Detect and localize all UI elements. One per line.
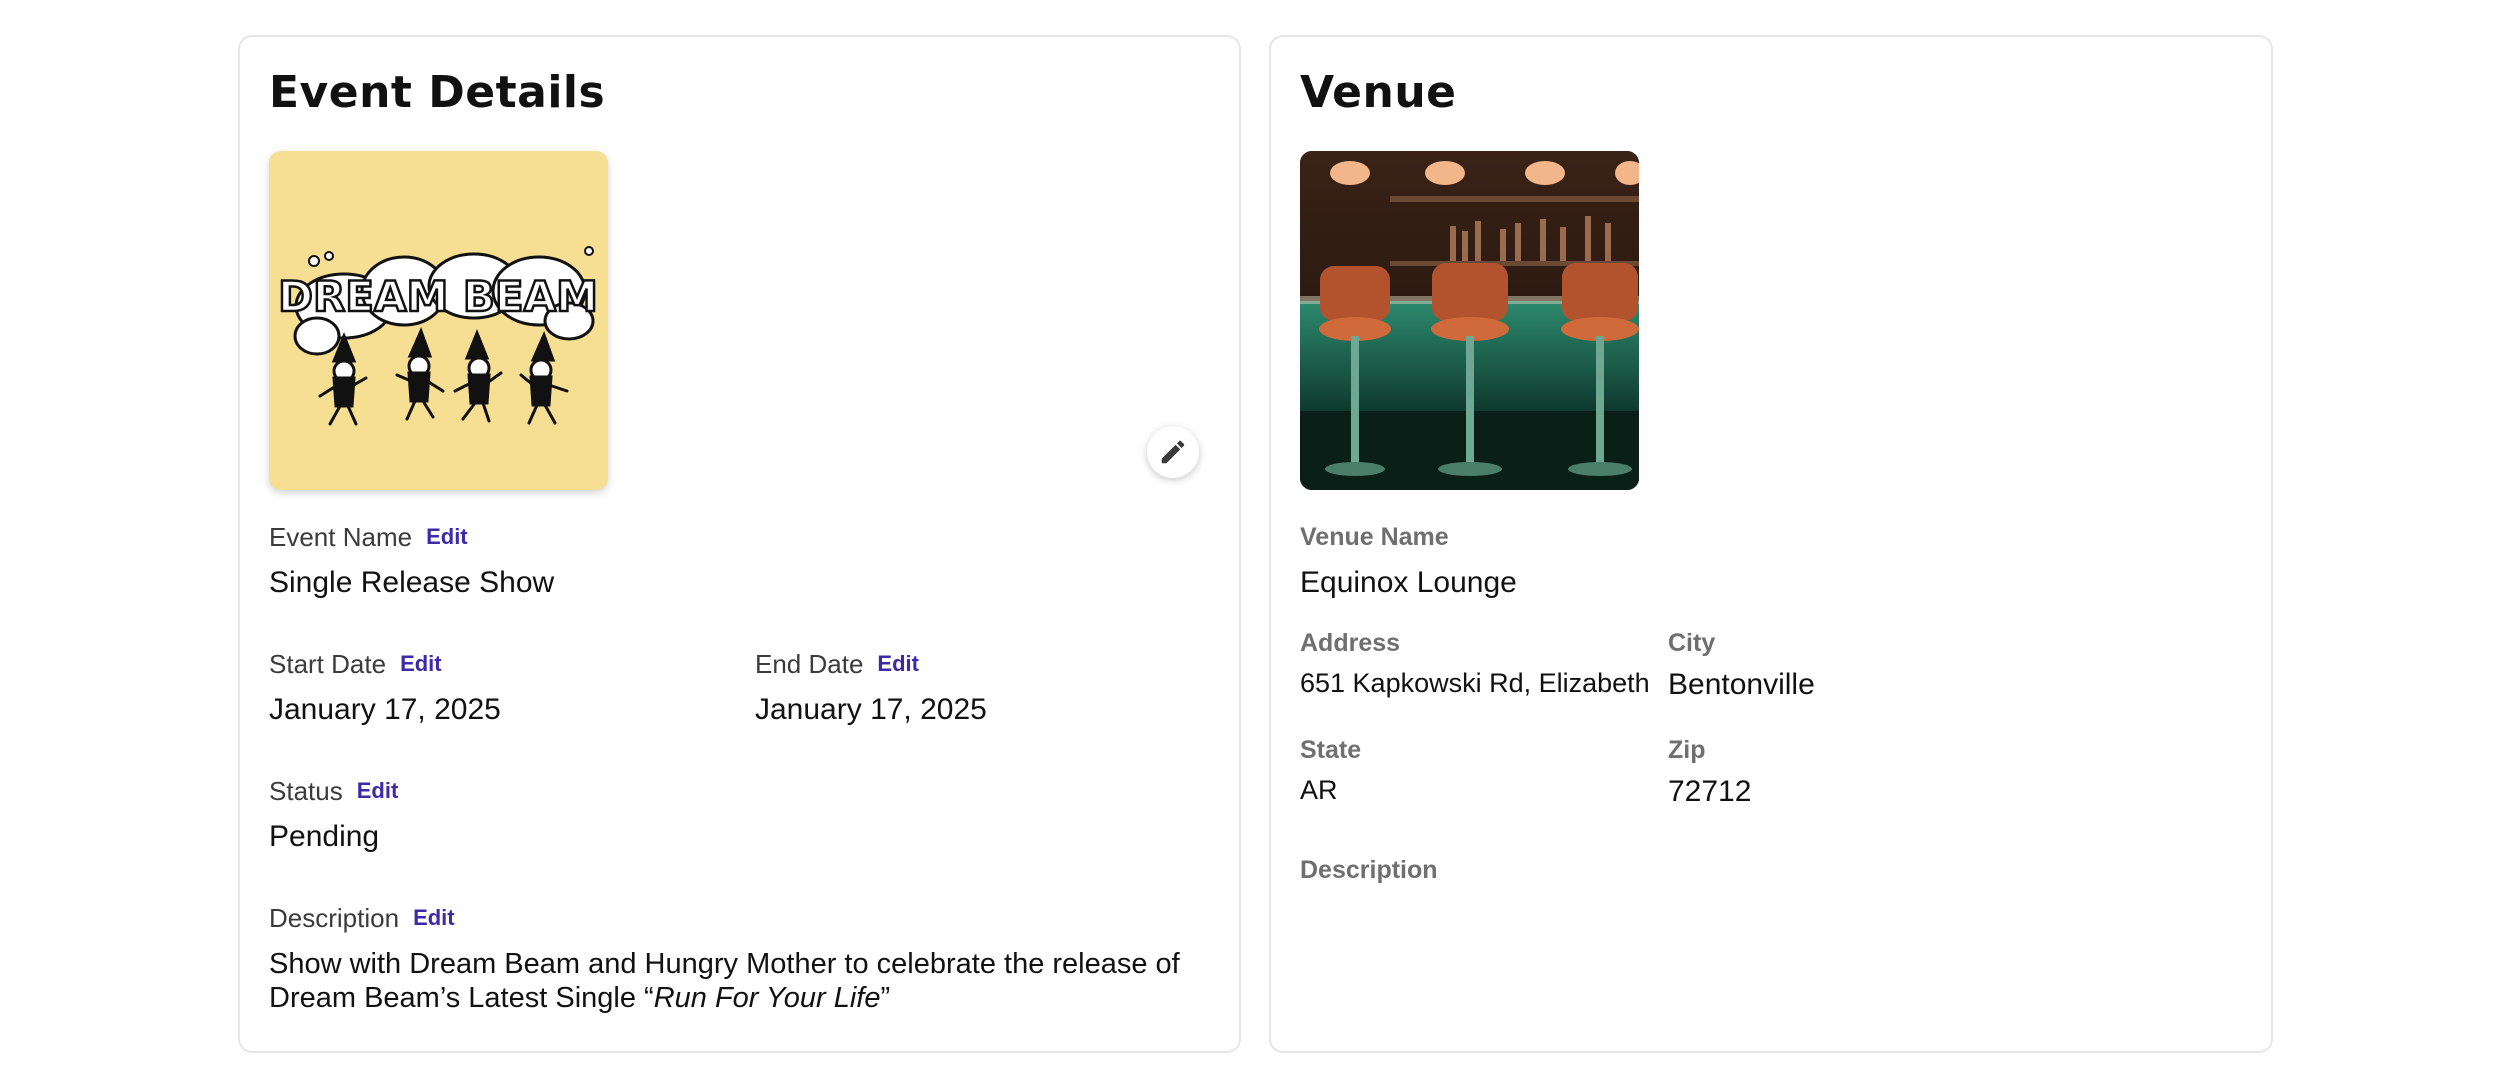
event-details-title: Event Details xyxy=(269,67,606,118)
status-value: Pending xyxy=(269,820,380,853)
end-date-label: End Date xyxy=(755,648,864,679)
address-value: 651 Kapkowski Rd, Elizabeth xyxy=(1300,668,1650,698)
event-name-value: Single Release Show xyxy=(269,566,555,599)
event-poster-image: DREAM BEAM xyxy=(269,151,608,490)
city-label: City xyxy=(1668,628,1716,657)
city-value: Bentonville xyxy=(1668,668,1815,701)
description-text-suffix: ” xyxy=(880,982,891,1014)
event-name-field: Event Name Edit Single Release Show xyxy=(269,520,554,600)
description-song-title: Run For Your Life xyxy=(653,982,881,1014)
start-date-label: Start Date xyxy=(269,648,387,679)
event-details-card: Event Details DREAM BEAM Event Name Edit… xyxy=(238,35,1241,1053)
start-date-value: January 17, 2025 xyxy=(269,693,501,726)
venue-name-field: Venue Name Equinox Lounge xyxy=(1300,520,1517,600)
edit-status-link[interactable]: Edit xyxy=(357,778,399,804)
pencil-icon xyxy=(1161,440,1185,464)
dream-beam-poster-art: DREAM BEAM xyxy=(277,246,599,426)
state-field: State AR xyxy=(1300,733,1361,806)
edit-event-name-link[interactable]: Edit xyxy=(426,524,468,550)
edit-end-date-link[interactable]: Edit xyxy=(877,651,919,677)
status-label: Status xyxy=(269,775,343,806)
state-label: State xyxy=(1300,735,1362,764)
venue-photo xyxy=(1300,151,1639,490)
address-label: Address xyxy=(1300,628,1401,657)
poster-title-text: DREAM BEAM xyxy=(278,272,598,321)
edit-start-date-link[interactable]: Edit xyxy=(400,651,442,677)
start-date-field: Start Date Edit January 17, 2025 xyxy=(269,647,501,727)
event-description-field: Description Edit Show with Dream Beam an… xyxy=(269,901,1209,1015)
status-field: Status Edit Pending xyxy=(269,774,398,854)
venue-card: Venue Venue Name Equinox Lounge Address … xyxy=(1269,35,2273,1053)
edit-event-button[interactable] xyxy=(1147,426,1199,478)
state-value: AR xyxy=(1300,775,1338,805)
end-date-field: End Date Edit January 17, 2025 xyxy=(755,647,987,727)
city-field: City Bentonville xyxy=(1668,626,1815,702)
venue-name-value: Equinox Lounge xyxy=(1300,566,1517,599)
event-name-label: Event Name xyxy=(269,521,413,552)
zip-value: 72712 xyxy=(1668,775,1752,808)
venue-title: Venue xyxy=(1300,67,1457,118)
event-description-label: Description xyxy=(269,902,400,933)
bar-interior-image xyxy=(1300,151,1639,490)
zip-field: Zip 72712 xyxy=(1668,733,1751,809)
edit-description-link[interactable]: Edit xyxy=(413,905,455,931)
venue-name-label: Venue Name xyxy=(1300,522,1449,551)
zip-label: Zip xyxy=(1668,735,1706,764)
end-date-value: January 17, 2025 xyxy=(755,693,987,726)
venue-description-field: Description xyxy=(1300,853,1438,899)
address-field: Address 651 Kapkowski Rd, Elizabeth xyxy=(1300,626,1650,699)
event-description-value: Show with Dream Beam and Hungry Mother t… xyxy=(269,947,1209,1015)
venue-description-label: Description xyxy=(1300,855,1438,884)
